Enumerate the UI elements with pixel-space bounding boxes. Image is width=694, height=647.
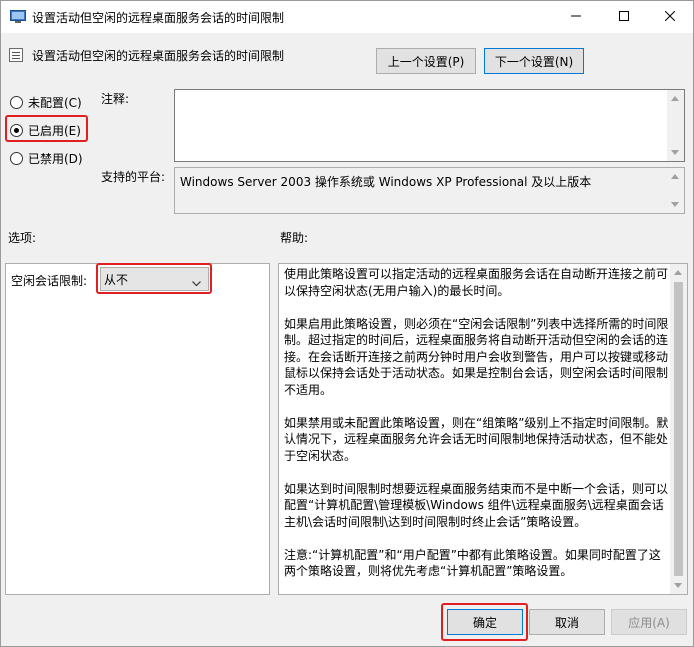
minimize-button[interactable] [553, 1, 599, 33]
apply-button[interactable]: 应用(A) [611, 609, 687, 635]
platform-box: Windows Server 2003 操作系统或 Windows XP Pro… [174, 167, 685, 214]
cancel-button[interactable]: 取消 [529, 609, 605, 635]
platform-scrollbar[interactable] [667, 168, 684, 213]
comment-textarea[interactable] [174, 89, 685, 162]
scroll-down-icon[interactable] [671, 202, 679, 207]
options-panel [5, 263, 270, 595]
help-scrollbar[interactable] [670, 264, 687, 594]
options-label: 选项: [8, 231, 37, 245]
highlight-ok [441, 603, 528, 641]
close-button[interactable] [647, 1, 693, 33]
platform-label: 支持的平台: [101, 170, 166, 184]
next-setting-button[interactable]: 下一个设置(N) [484, 48, 584, 74]
scroll-thumb[interactable] [674, 282, 683, 576]
minimize-icon [571, 10, 581, 24]
radio-circle[interactable] [10, 96, 23, 109]
scroll-down-icon[interactable] [674, 583, 682, 588]
previous-setting-button[interactable]: 上一个设置(P) [376, 48, 476, 74]
title-bar: 设置活动但空闲的远程桌面服务会话的时间限制 [1, 1, 693, 33]
help-paragraph: 如果禁用或未配置此策略设置，则在“组策略”级别上不指定时间限制。默认情况下，远程… [284, 415, 669, 463]
maximize-icon [619, 10, 629, 24]
policy-editor-icon [10, 10, 26, 24]
scroll-up-icon[interactable] [674, 270, 682, 275]
help-paragraph: 使用此策略设置可以指定活动的远程桌面服务会话在自动断开连接之前可以保持空闲状态(… [284, 267, 669, 298]
platform-value: Windows Server 2003 操作系统或 Windows XP Pro… [180, 175, 592, 189]
highlight-dropdown [96, 263, 212, 294]
help-paragraph: 注意:“计算机配置”和“用户配置”中都有此策略设置。如果同时配置了这两个策略设置… [284, 547, 661, 579]
scroll-down-icon[interactable] [671, 150, 679, 155]
close-icon [664, 10, 676, 24]
help-paragraph: 如果启用此策略设置，则必须在“空闲会话限制”列表中选择所需的时间限制。超过指定的… [284, 316, 669, 397]
highlight-enabled [5, 115, 88, 142]
help-panel: 使用此策略设置可以指定活动的远程桌面服务会话在自动断开连接之前可以保持空闲状态(… [278, 263, 688, 595]
help-text: 使用此策略设置可以指定活动的远程桌面服务会话在自动断开连接之前可以保持空闲状态(… [284, 266, 672, 596]
radio-label-not-configured: 未配置(C) [28, 96, 82, 110]
idle-limit-label: 空闲会话限制: [11, 274, 88, 288]
window-title: 设置活动但空闲的远程桌面服务会话的时间限制 [32, 11, 285, 25]
scroll-up-icon[interactable] [671, 174, 679, 179]
radio-label-disabled: 已禁用(D) [28, 152, 83, 166]
scroll-up-icon[interactable] [671, 96, 679, 101]
radio-not-configured[interactable]: 未配置(C) [10, 94, 82, 111]
policy-title: 设置活动但空闲的远程桌面服务会话的时间限制 [32, 49, 285, 63]
help-label: 帮助: [280, 231, 309, 245]
comment-label: 注释: [101, 92, 130, 106]
policy-setting-icon [9, 48, 23, 62]
radio-circle[interactable] [10, 152, 23, 165]
comment-scrollbar[interactable] [667, 90, 684, 161]
help-paragraph: 如果达到时间限制时想要远程桌面服务结束而不是中断一个会话，则可以配置“计算机配置… [284, 481, 669, 529]
maximize-button[interactable] [601, 1, 647, 33]
policy-dialog: 设置活动但空闲的远程桌面服务会话的时间限制 设置活动但空闲的远程桌面服务会话的时… [0, 0, 694, 647]
radio-disabled[interactable]: 已禁用(D) [10, 150, 83, 167]
